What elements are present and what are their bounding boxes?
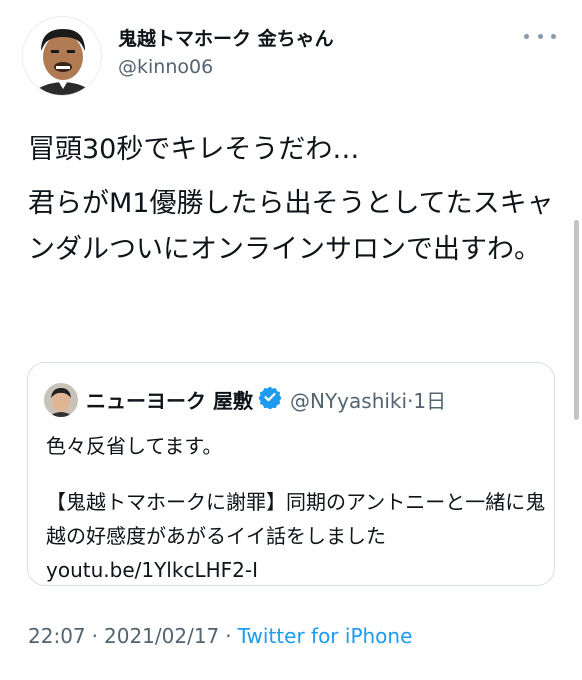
more-dot [551, 33, 556, 39]
author-handle[interactable]: @kinno06 [118, 56, 213, 78]
tweet-source-link[interactable]: Twitter for iPhone [238, 624, 413, 648]
more-dot [537, 33, 543, 39]
quoted-link[interactable]: youtu.be/1YlkcLHF2-I [46, 553, 546, 587]
quoted-text-line: 【鬼越トマホークに謝罪】同期のアントニーと一緒に鬼越の好感度があがるイイ話をしま… [46, 490, 546, 548]
tweet-paragraph: 冒頭30秒でキレそうだわ… [28, 134, 360, 165]
quoted-avatar-illustration [44, 383, 78, 417]
verified-badge-icon [258, 386, 282, 409]
quoted-text-line: 色々反省してます。 [46, 434, 223, 458]
quoted-author-handle-time: @NYyashiki·1日 [290, 385, 446, 414]
avatar-illustration [23, 17, 101, 95]
quoted-tweet-text: 色々反省してます。 【鬼越トマホークに謝罪】同期のアントニーと一緒に鬼越の好感度… [46, 429, 546, 587]
quoted-time: 1日 [413, 389, 447, 413]
more-options-icon[interactable] [524, 26, 556, 46]
author-avatar[interactable] [22, 16, 102, 96]
separator-dot: · [225, 624, 232, 648]
quoted-author-avatar[interactable] [44, 383, 78, 417]
quoted-author-name[interactable]: ニューヨーク 屋敷 [86, 385, 253, 414]
tweet-text: 冒頭30秒でキレそうだわ… 君らがM1優勝したら出そうとしてたスキャンダルついに… [28, 127, 568, 281]
tweet-paragraph: 君らがM1優勝したら出そうとしてたスキャンダルついにオンラインサロンで出すわ。 [28, 188, 554, 265]
tweet-time[interactable]: 22:07 [28, 624, 86, 648]
scrollbar[interactable] [574, 220, 579, 420]
author-name[interactable]: 鬼越トマホーク 金ちゃん [118, 24, 334, 51]
quoted-tweet[interactable]: ニューヨーク 屋敷 @NYyashiki·1日 色々反省してます。 【鬼越トマホ… [27, 362, 555, 586]
separator-dot: · [91, 624, 98, 648]
tweet-meta: 22:07 · 2021/02/17 · Twitter for iPhone [28, 624, 412, 648]
tweet-date[interactable]: 2021/02/17 [104, 624, 219, 648]
quoted-author-handle[interactable]: @NYyashiki [290, 389, 407, 413]
more-dot [524, 33, 529, 39]
